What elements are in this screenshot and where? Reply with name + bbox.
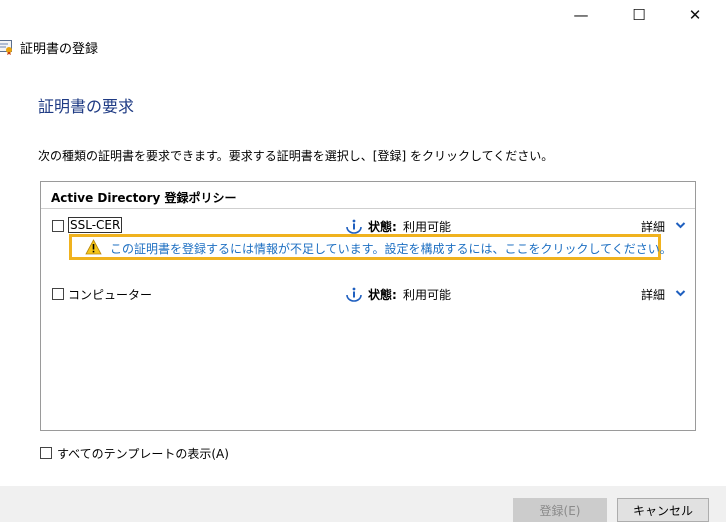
chevron-down-icon[interactable] [675,220,686,231]
configure-settings-link[interactable]: この証明書を登録するには情報が不足しています。設定を構成するには、ここをクリック… [110,240,672,257]
enroll-button[interactable]: 登録(E) [513,498,607,522]
chevron-down-icon[interactable] [675,288,686,299]
minimize-button[interactable]: — [558,0,604,30]
divider [41,208,695,209]
certificate-icon [0,40,12,55]
info-icon [346,219,362,234]
dialog-title: 証明書の登録 [20,41,99,57]
instructions-text: 次の種類の証明書を要求できます。要求する証明書を選択し、[登録] をクリックして… [38,149,554,163]
certificate-name: SSL-CER [68,217,123,233]
warning-banner: この証明書を登録するには情報が不足しています。設定を構成するには、ここをクリック… [69,234,672,260]
close-button[interactable]: ✕ [672,0,718,30]
policy-title: Active Directory 登録ポリシー [51,191,237,205]
show-all-label[interactable]: すべてのテンプレートの表示(A) [57,445,229,462]
title-bar: — ☐ ✕ [0,0,726,30]
status-value: 利用可能 [403,288,452,302]
page-title: 証明書の要求 [38,97,135,116]
status-label: 状態: [368,288,397,302]
certificate-row-computer: コンピューター 状態: 利用可能 詳細 [41,284,695,306]
certificate-name: コンピューター [68,288,153,302]
warning-icon [85,239,102,255]
details-link[interactable]: 詳細 [641,218,665,235]
details-link[interactable]: 詳細 [641,286,665,303]
cancel-button[interactable]: キャンセル [617,498,709,522]
enrollment-policy-panel: Active Directory 登録ポリシー SSL-CER 状態: 利用可能… [40,181,696,431]
maximize-button[interactable]: ☐ [616,0,662,30]
info-icon [346,287,362,302]
dialog-header: 証明書の登録 [0,36,98,58]
status-label: 状態: [368,220,397,234]
dialog-footer: 登録(E) キャンセル [0,486,726,522]
status-value: 利用可能 [403,220,452,234]
ssl-cer-checkbox[interactable] [52,220,64,232]
show-all-checkbox[interactable] [40,447,52,459]
computer-checkbox[interactable] [52,288,64,300]
